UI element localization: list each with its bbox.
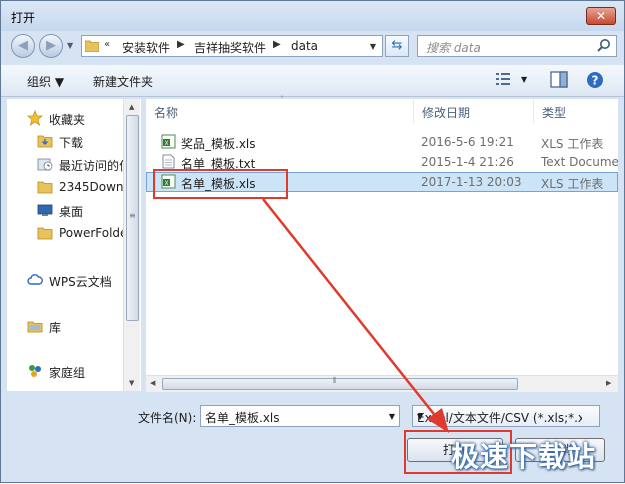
open-file-dialog: 打开 ✕ ◀ ▶ ▼ « 安装软件 ▶ 吉祥抽奖软件 ▶ data ▼ ⇆ 搜索…: [0, 0, 625, 483]
annotation-arrow-icon: [262, 198, 449, 433]
watermark-text: 极速下载站: [451, 440, 597, 473]
